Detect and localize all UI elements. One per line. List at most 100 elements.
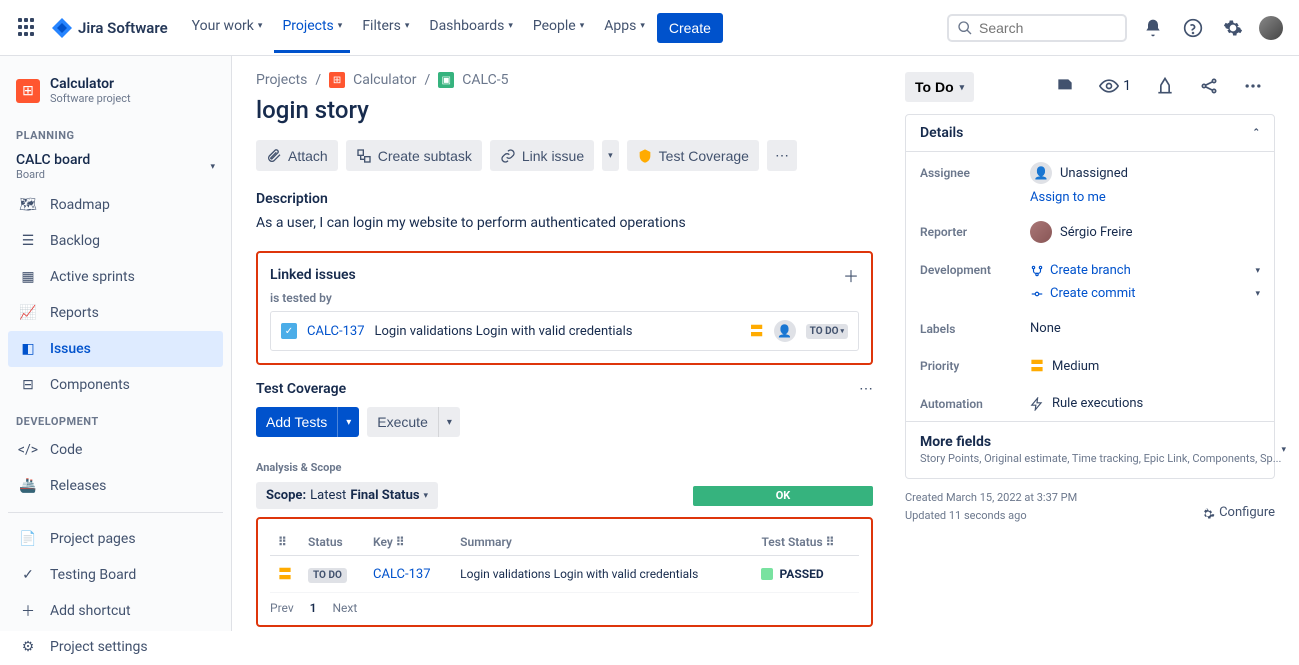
analysis-label: Analysis & Scope — [256, 461, 873, 474]
search-input[interactable] — [979, 20, 1117, 36]
sidebar: ⊞ Calculator Software project PLANNING C… — [0, 56, 232, 631]
description-label: Description — [256, 191, 873, 207]
branch-dropdown[interactable]: ▾ — [1255, 266, 1260, 276]
automation-value[interactable]: Rule executions — [1030, 396, 1260, 411]
feedback-icon[interactable] — [1051, 72, 1079, 100]
nav-apps[interactable]: Apps▾ — [596, 2, 653, 53]
sidebar-issues[interactable]: ◧Issues — [8, 331, 223, 367]
linked-key[interactable]: CALC-137 — [307, 324, 365, 339]
status-button[interactable]: To Do▾ — [905, 72, 974, 102]
breadcrumb-projects[interactable]: Projects — [256, 72, 307, 88]
link-dropdown-button[interactable]: ▾ — [602, 140, 619, 171]
test-row[interactable]: 〓 TO DO CALC-137 Login validations Login… — [270, 556, 859, 593]
nav-filters[interactable]: Filters▾ — [354, 2, 417, 53]
more-actions-icon[interactable] — [1239, 72, 1267, 100]
create-subtask-button[interactable]: Create subtask — [346, 140, 482, 171]
pagination-prev[interactable]: Prev — [270, 601, 294, 615]
attach-button[interactable]: Attach — [256, 140, 338, 171]
nav-people[interactable]: People▾ — [525, 2, 592, 53]
issue-title[interactable]: login story — [256, 96, 873, 124]
share-icon[interactable] — [1195, 72, 1223, 100]
sidebar-roadmap[interactable]: 🗺Roadmap — [8, 187, 223, 223]
test-coverage-title: Test Coverage — [256, 381, 346, 397]
created-timestamp: Created March 15, 2022 at 3:37 PM — [905, 489, 1077, 507]
col-summary[interactable]: Summary — [452, 529, 753, 556]
execute-button[interactable]: Execute▾ — [367, 407, 460, 437]
pagination-next[interactable]: Next — [332, 601, 357, 615]
product-logo[interactable]: Jira Software — [52, 18, 168, 38]
dev-label: DEVELOPMENT — [8, 403, 223, 432]
user-avatar[interactable] — [1259, 16, 1283, 40]
reporter-value[interactable]: Sérgio Freire — [1030, 221, 1260, 243]
more-fields[interactable]: More fields Story Points, Original estim… — [906, 421, 1274, 478]
branch-icon — [1030, 264, 1044, 278]
linked-relation: is tested by — [270, 291, 859, 305]
sidebar-project-settings[interactable]: ⚙Project settings — [8, 629, 223, 665]
row-test-status: PASSED — [761, 567, 851, 581]
product-name: Jira Software — [78, 19, 168, 37]
search-box[interactable] — [947, 14, 1127, 42]
breadcrumb-key[interactable]: CALC-5 — [462, 72, 508, 88]
board-selector[interactable]: CALC board Board ▾ — [8, 146, 223, 187]
col-test-status[interactable]: Test Status ⠿ — [753, 529, 859, 556]
add-tests-button[interactable]: Add Tests▾ — [256, 407, 359, 437]
project-icon: ⊞ — [16, 79, 40, 103]
sidebar-testing-board[interactable]: ✓Testing Board — [8, 557, 223, 593]
sidebar-code[interactable]: </>Code — [8, 432, 223, 468]
watch-icon[interactable]: 1 — [1095, 72, 1135, 100]
add-linked-issue-icon[interactable]: ＋ — [843, 263, 859, 287]
notifications-icon[interactable] — [1139, 14, 1167, 42]
nav-dashboards[interactable]: Dashboards▾ — [421, 2, 520, 53]
breadcrumb-project[interactable]: Calculator — [353, 72, 416, 88]
sidebar-project-pages[interactable]: 📄Project pages — [8, 521, 223, 557]
col-key[interactable]: Key ⠿ — [365, 529, 452, 556]
unassigned-avatar-icon: 👤 — [774, 320, 796, 342]
issue-type-icon: ▣ — [438, 72, 454, 88]
link-issue-button[interactable]: Link issue — [490, 140, 594, 171]
nav-your-work[interactable]: Your work▾ — [184, 2, 271, 53]
nav-projects[interactable]: Projects▾ — [274, 2, 350, 53]
commit-dropdown[interactable]: ▾ — [1255, 289, 1260, 299]
help-icon[interactable] — [1179, 14, 1207, 42]
details-header[interactable]: Details⌃ — [906, 115, 1274, 152]
linked-issues-title: Linked issues — [270, 267, 356, 283]
row-summary: Login validations Login with valid crede… — [452, 556, 753, 593]
development-label: Development — [920, 263, 1030, 277]
assignee-value[interactable]: 👤Unassigned — [1030, 162, 1260, 184]
sidebar-add-shortcut[interactable]: ＋Add shortcut — [8, 593, 223, 629]
priority-value[interactable]: 〓Medium — [1030, 356, 1260, 376]
priority-medium-icon: 〓 — [1030, 356, 1044, 376]
link-icon — [500, 148, 516, 164]
row-key[interactable]: CALC-137 — [373, 567, 431, 582]
gear-icon — [1201, 507, 1215, 521]
linked-status[interactable]: TO DO▾ — [806, 324, 848, 339]
labels-label: Labels — [920, 322, 1030, 336]
vote-icon[interactable] — [1151, 72, 1179, 100]
tc-more-icon[interactable]: ⋯ — [859, 381, 873, 397]
configure-button[interactable]: Configure — [1201, 503, 1275, 524]
priority-medium-icon: 〓 — [750, 321, 764, 341]
automation-label: Automation — [920, 397, 1030, 411]
settings-icon[interactable] — [1219, 14, 1247, 42]
create-branch[interactable]: Create branch — [1030, 263, 1131, 278]
updated-timestamp: Updated 11 seconds ago — [905, 507, 1077, 525]
linked-summary: Login validations Login with valid crede… — [375, 324, 740, 339]
app-switcher-icon[interactable] — [16, 16, 40, 40]
assign-to-me[interactable]: Assign to me — [906, 190, 1274, 205]
sidebar-active-sprints[interactable]: ▦Active sprints — [8, 259, 223, 295]
sidebar-releases[interactable]: 🚢Releases — [8, 468, 223, 504]
sidebar-components[interactable]: ⊟Components — [8, 367, 223, 403]
description-text[interactable]: As a user, I can login my website to per… — [256, 215, 873, 231]
pagination-current: 1 — [310, 601, 317, 615]
create-button[interactable]: Create — [657, 13, 723, 43]
scope-selector[interactable]: Scope: Latest Final Status ▾ — [256, 482, 438, 509]
create-commit[interactable]: Create commit — [1030, 286, 1136, 301]
test-icon: ✓ — [281, 323, 297, 339]
linked-issue-item[interactable]: ✓ CALC-137 Login validations Login with … — [270, 311, 859, 351]
col-status[interactable]: Status — [300, 529, 365, 556]
sidebar-reports[interactable]: 📈Reports — [8, 295, 223, 331]
test-coverage-button[interactable]: Test Coverage — [627, 140, 759, 171]
sidebar-backlog[interactable]: ☰Backlog — [8, 223, 223, 259]
labels-value[interactable]: None — [1030, 321, 1260, 336]
add-app-button[interactable]: ⋯ — [767, 140, 797, 171]
